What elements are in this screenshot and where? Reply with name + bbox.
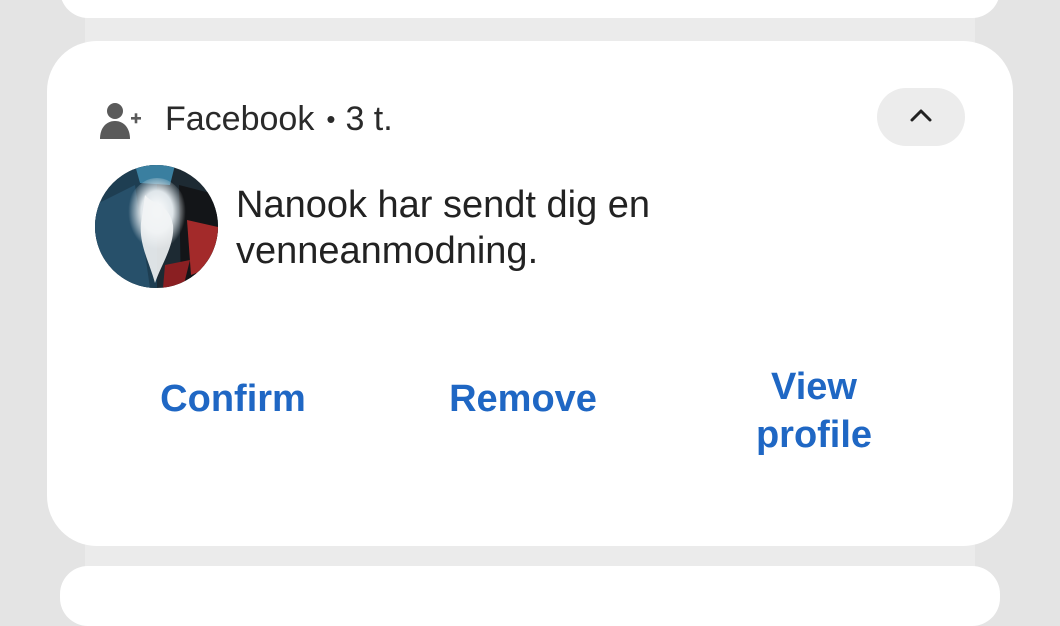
notification-header: Facebook • 3 t. [97, 99, 393, 139]
view-profile-button[interactable]: View profile [739, 363, 889, 459]
app-name: Facebook [165, 100, 315, 138]
notification-card[interactable]: Facebook • 3 t. Nanook har sendt dig en … [47, 41, 1013, 546]
separator-dot: • [326, 104, 336, 134]
confirm-button[interactable]: Confirm [143, 375, 323, 423]
notification-time: 3 t. [345, 100, 393, 138]
previous-notification-card[interactable] [60, 0, 1000, 18]
user-avatar [95, 165, 218, 288]
next-notification-card[interactable] [60, 566, 1000, 626]
remove-button[interactable]: Remove [433, 375, 613, 423]
add-friend-icon [97, 99, 145, 139]
collapse-button[interactable] [877, 88, 965, 146]
notification-message: Nanook har sendt dig en venneanmodning. [236, 184, 651, 272]
chevron-up-icon [909, 107, 933, 128]
